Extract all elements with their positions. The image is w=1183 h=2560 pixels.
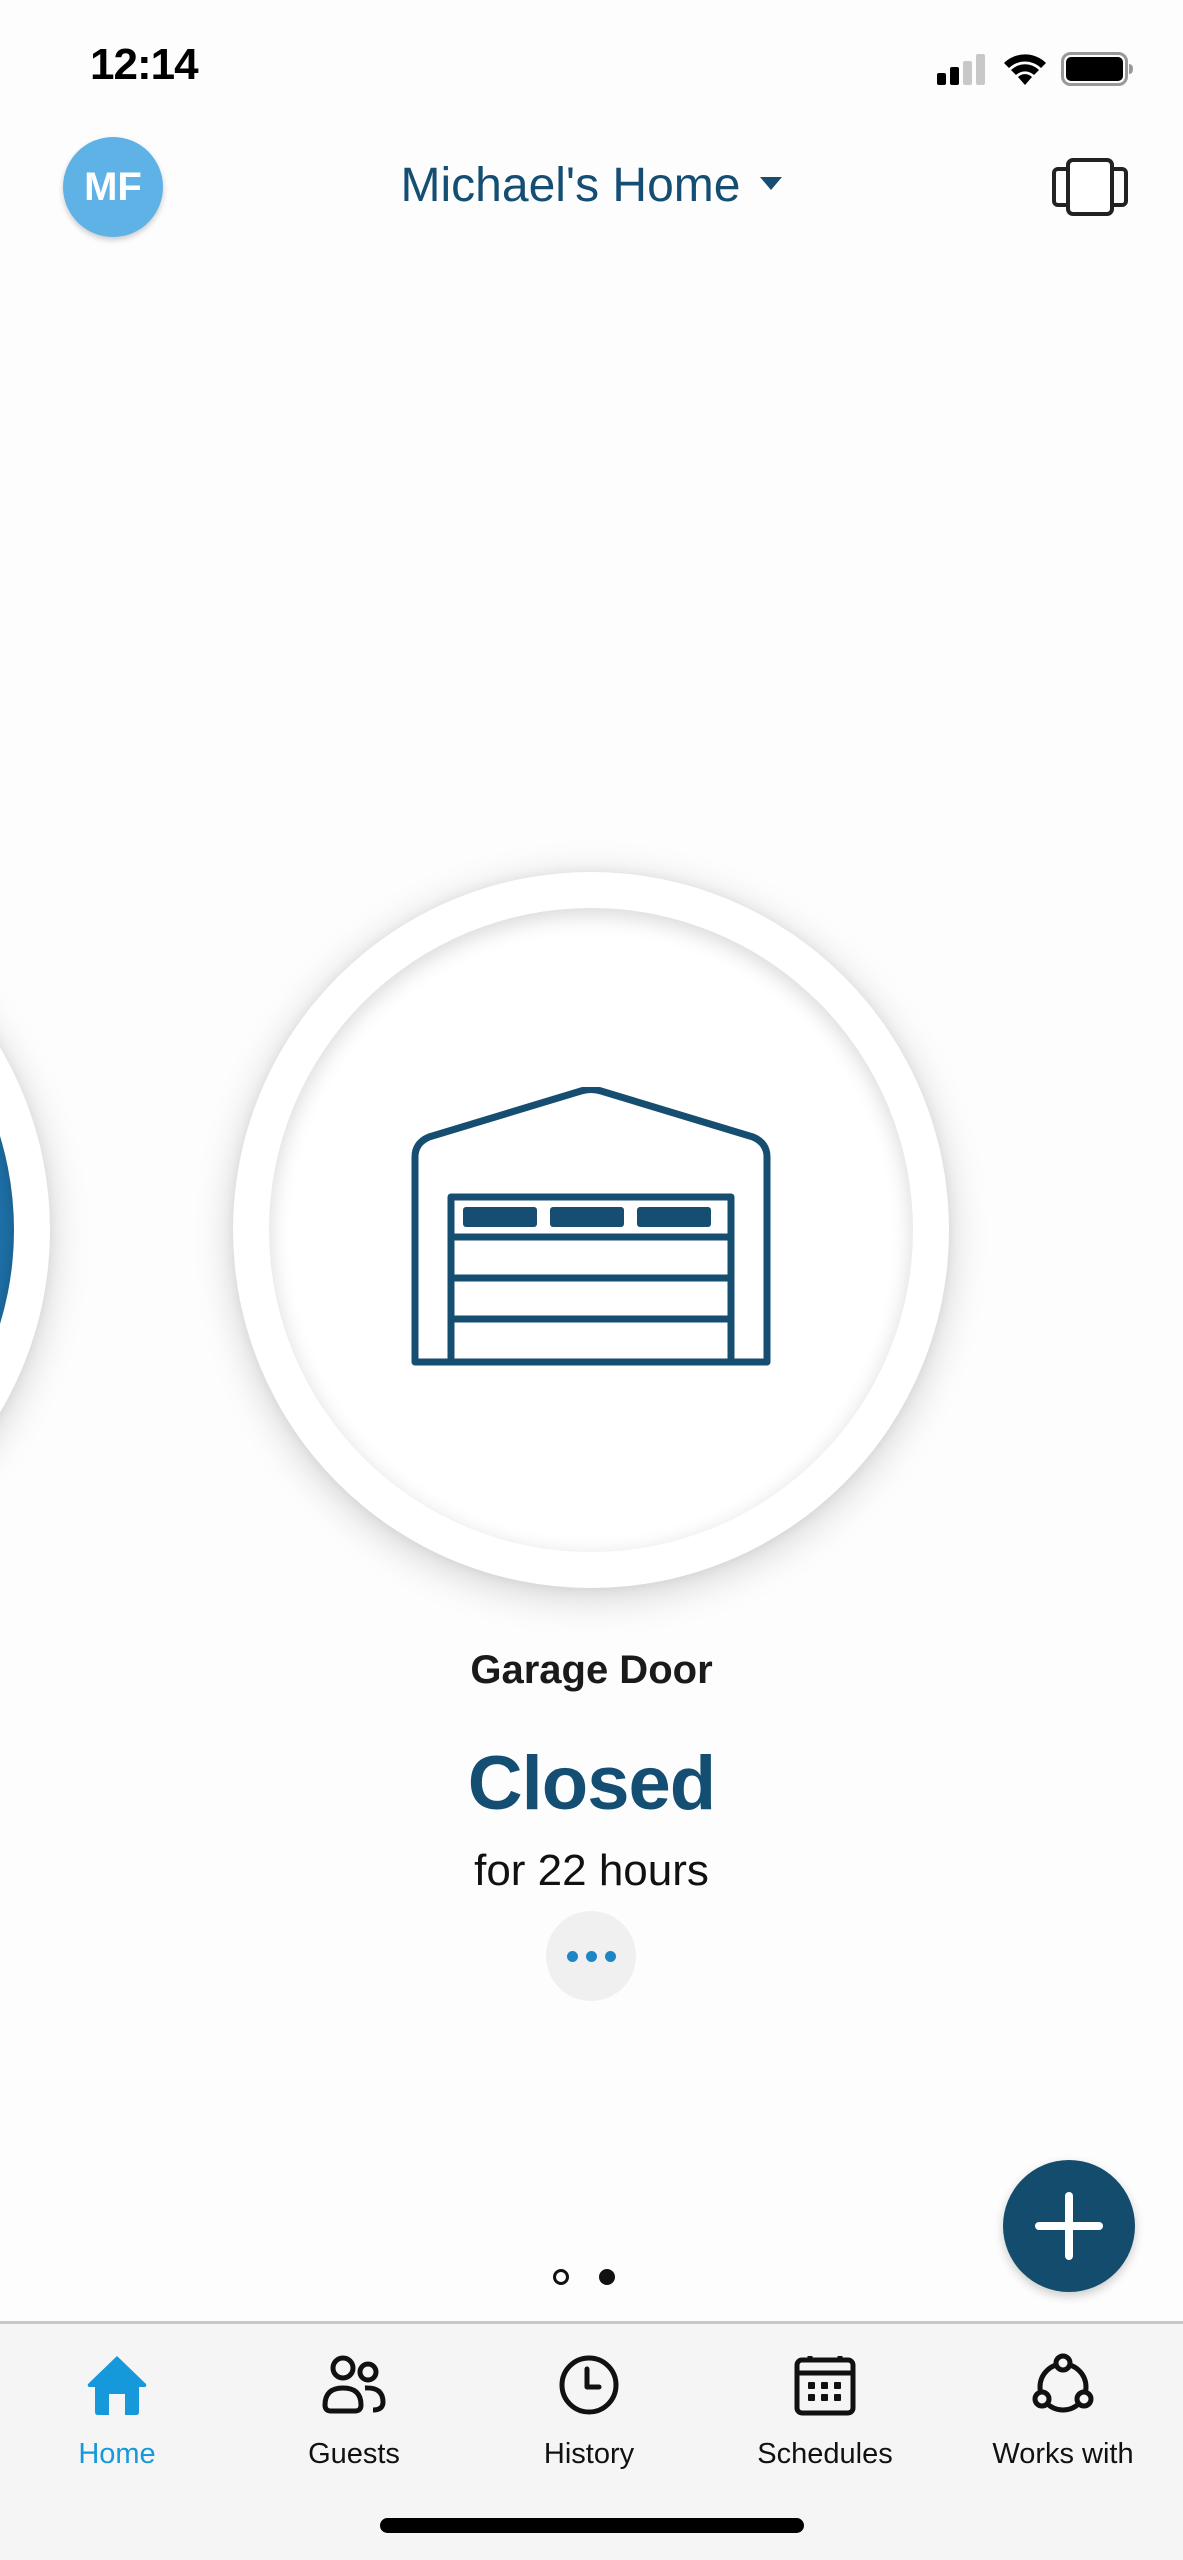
- plus-icon: [1035, 2192, 1103, 2260]
- previous-device-indicator: [0, 908, 14, 1552]
- page-indicator[interactable]: [0, 2269, 1183, 2285]
- ellipsis-icon-dot: [585, 1950, 597, 1962]
- garage-door-tile[interactable]: [233, 872, 949, 1588]
- tab-schedules[interactable]: Schedules: [725, 2352, 925, 2471]
- status-icons: [935, 52, 1135, 86]
- status-time: 12:14: [90, 40, 199, 89]
- home-indicator[interactable]: [380, 2518, 804, 2533]
- tab-guests[interactable]: Guests: [254, 2352, 454, 2471]
- ellipsis-icon-dot: [604, 1950, 616, 1962]
- tab-schedules-label: Schedules: [757, 2438, 893, 2470]
- device-name: Garage Door: [470, 1648, 713, 1692]
- battery-icon: [1061, 52, 1133, 86]
- wifi-icon: [1004, 54, 1046, 85]
- device-status-duration: for 22 hours: [474, 1846, 709, 1895]
- home-icon: [87, 2356, 147, 2415]
- tab-home[interactable]: Home: [17, 2352, 217, 2471]
- carousel-view-icon: [1052, 158, 1128, 216]
- integrations-icon: [1032, 2353, 1094, 2413]
- guests-icon: [322, 2355, 386, 2414]
- tab-works-with-label: Works with: [992, 2438, 1134, 2470]
- tab-home-label: Home: [78, 2438, 156, 2470]
- add-button[interactable]: [1003, 2160, 1135, 2292]
- home-selector[interactable]: Michael's Home: [0, 158, 1183, 213]
- tab-history-label: History: [543, 2438, 635, 2470]
- garage-door-button[interactable]: [269, 908, 913, 1552]
- home-name: Michael's Home: [400, 159, 741, 212]
- device-more-button[interactable]: [546, 1911, 636, 2001]
- carousel-view-button[interactable]: [1050, 157, 1130, 217]
- page-dot-2[interactable]: [598, 2269, 615, 2285]
- cellular-signal-icon: [937, 54, 985, 85]
- clock-icon: [559, 2355, 619, 2415]
- caret-down-icon: [760, 177, 783, 190]
- previous-device-tile[interactable]: [0, 872, 50, 1588]
- calendar-icon: [794, 2356, 856, 2416]
- tab-works-with[interactable]: Works with: [963, 2352, 1163, 2471]
- tab-history[interactable]: History: [489, 2352, 689, 2471]
- page-dot-1[interactable]: [552, 2269, 569, 2285]
- garage-door-icon: [411, 1087, 771, 1366]
- device-status: Closed: [467, 1741, 716, 1826]
- ellipsis-icon-dot: [566, 1950, 578, 1962]
- tab-guests-label: Guests: [308, 2438, 400, 2470]
